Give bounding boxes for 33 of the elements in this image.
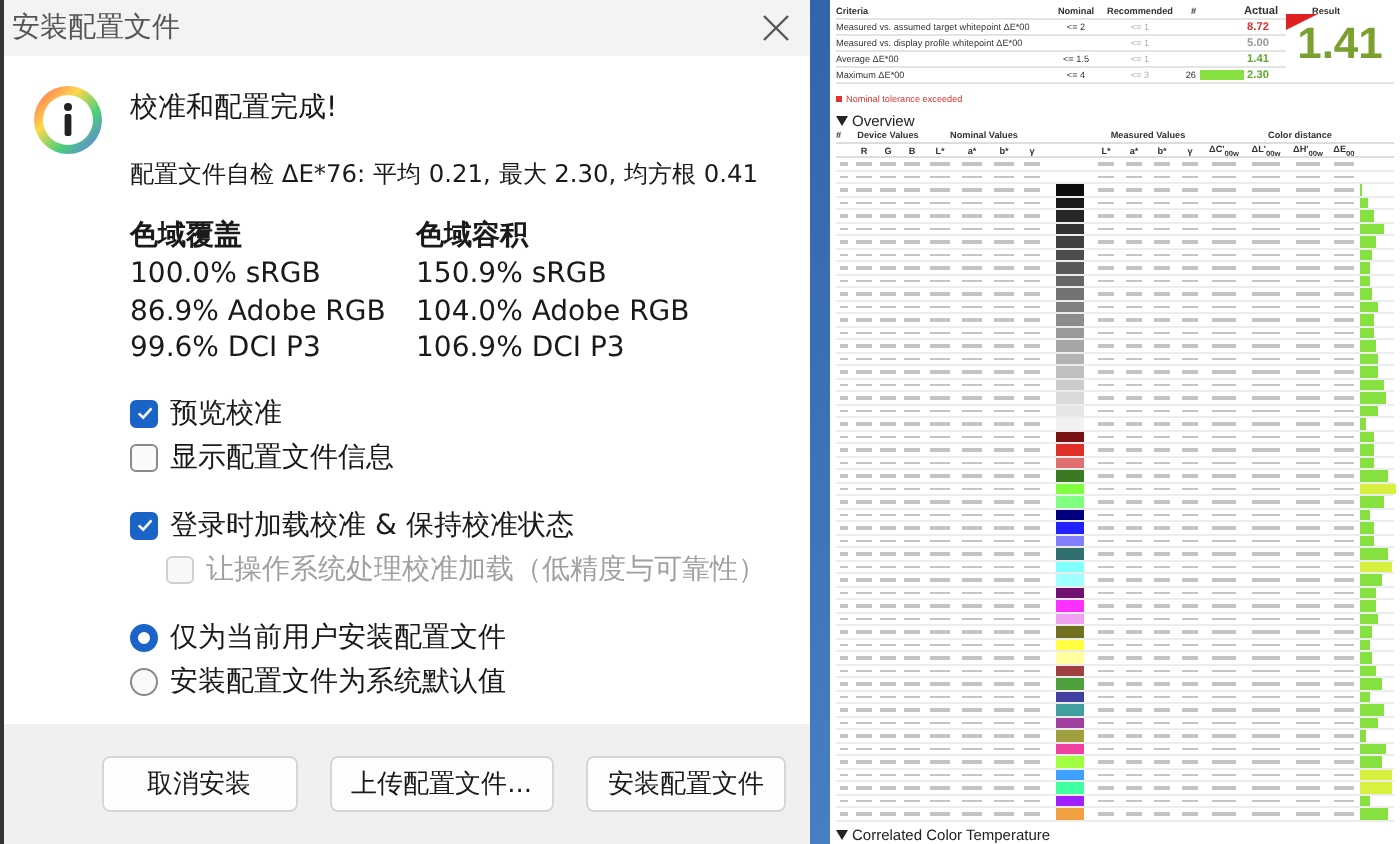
gamut-value: 150.9% sRGB xyxy=(416,256,607,293)
gamut-value: 99.6% DCI P3 xyxy=(130,330,321,367)
checkbox-option[interactable]: 显示配置文件信息 xyxy=(130,437,394,477)
result-score: 1.41 xyxy=(1297,18,1383,70)
radio-option[interactable]: 安装配置文件为系统默认值 xyxy=(130,661,506,701)
gamut-value: 106.9% DCI P3 xyxy=(416,330,625,367)
gamut-heading: 色域覆盖 xyxy=(130,218,242,256)
square-icon xyxy=(836,95,842,102)
dialog-button[interactable]: 安装配置文件 xyxy=(586,756,786,812)
checkbox[interactable] xyxy=(130,399,158,427)
window-title: 安装配置文件 xyxy=(12,10,180,46)
gamut-value: 86.9% Adobe RGB xyxy=(130,293,386,330)
self-check-summary: 配置文件自检 ΔE*76: 平均 0.21, 最大 2.30, 均方根 0.41 xyxy=(130,158,759,192)
info-icon xyxy=(32,84,104,156)
dialog-button[interactable]: 上传配置文件... xyxy=(329,756,554,812)
gamut-value: 100.0% sRGB xyxy=(130,256,321,293)
completion-message: 校准和配置完成! xyxy=(130,90,338,128)
gamut-heading: 色域容积 xyxy=(416,218,528,256)
checkbox[interactable] xyxy=(130,443,158,471)
checkbox-option[interactable]: 预览校准 xyxy=(130,393,282,433)
gamut-value: 104.0% Adobe RGB xyxy=(416,293,690,330)
radio-option[interactable]: 仅为当前用户安装配置文件 xyxy=(130,617,506,657)
checkmark-icon xyxy=(135,516,153,534)
caret-icon[interactable] xyxy=(836,115,848,126)
radio-button[interactable] xyxy=(130,623,158,651)
close-icon[interactable] xyxy=(762,14,790,42)
triangle-icon xyxy=(1286,14,1318,30)
caret-icon[interactable] xyxy=(836,829,848,840)
checkmark-icon xyxy=(135,404,153,422)
dialog-button[interactable]: 取消安装 xyxy=(101,756,298,812)
checkbox[interactable] xyxy=(130,511,158,539)
radio-button[interactable] xyxy=(130,667,158,695)
checkbox-option[interactable]: 登录时加载校准 & 保持校准状态 xyxy=(130,505,574,545)
